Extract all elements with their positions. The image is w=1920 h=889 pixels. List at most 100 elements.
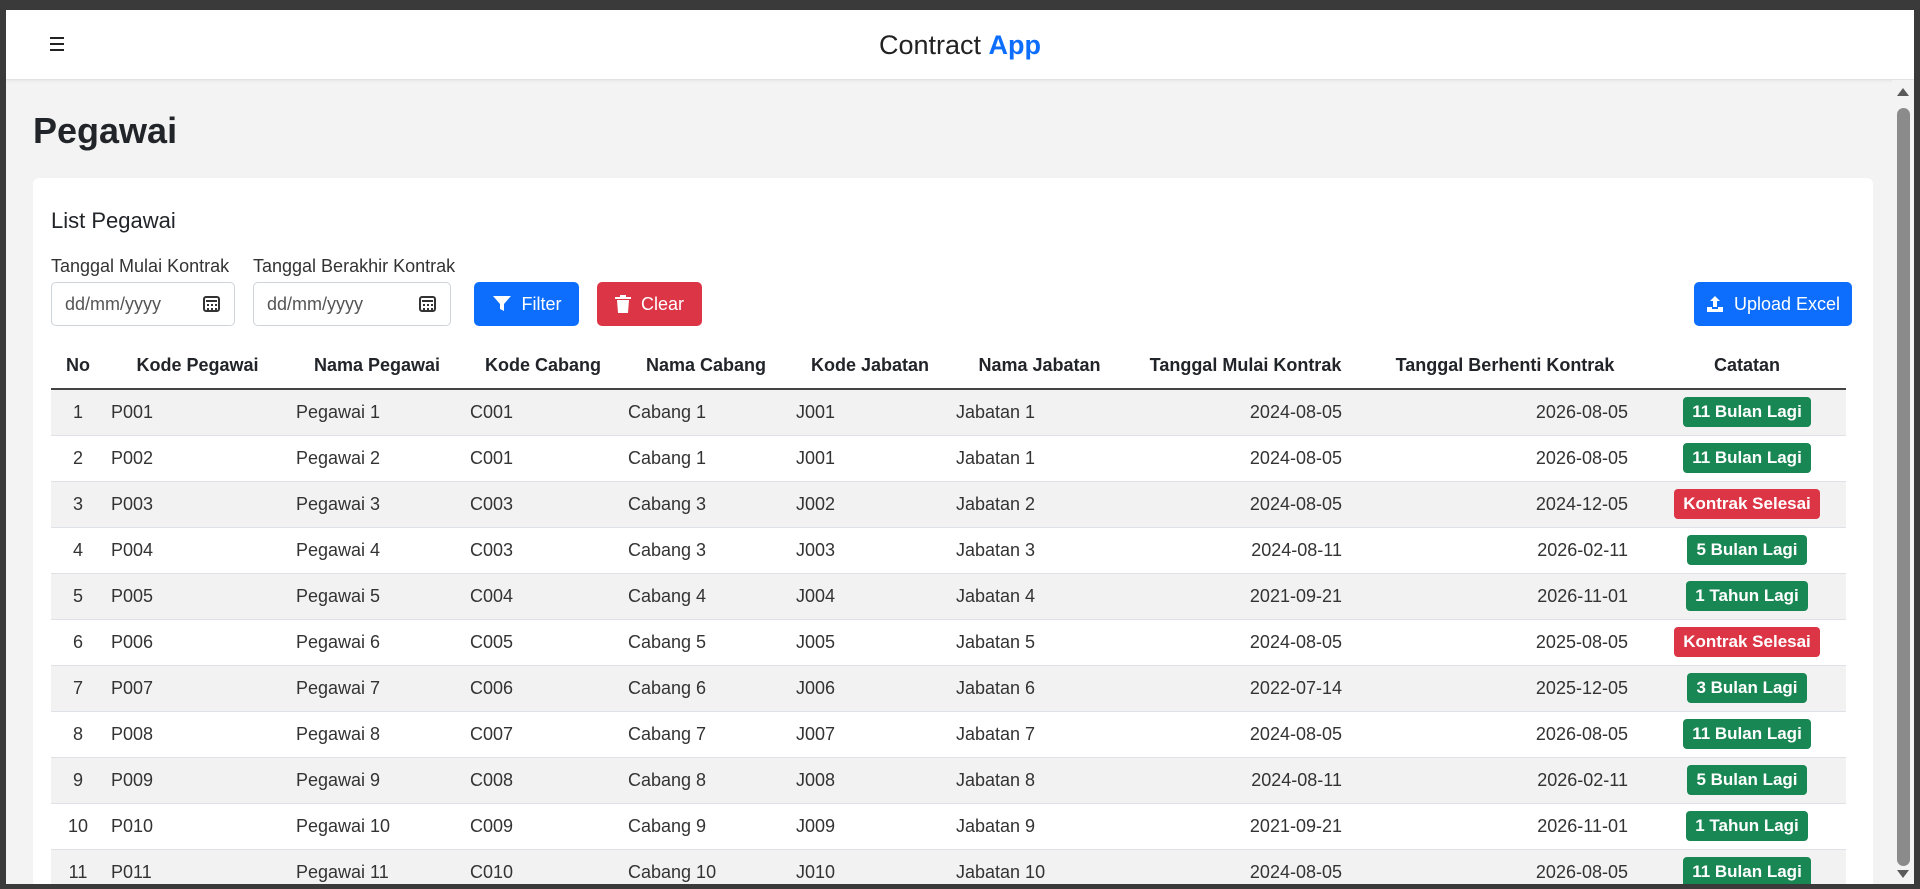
cell-kode-pegawai: P002 [105,435,290,482]
cell-no: 2 [51,435,105,482]
cell-nama-pegawai: Pegawai 11 [290,849,464,884]
cell-catatan: 11 Bulan Lagi [1648,711,1846,758]
filter-button[interactable]: Filter [474,282,579,326]
cell-no: 1 [51,389,105,436]
table-header-row: No Kode Pegawai Nama Pegawai Kode Cabang Nam… [51,343,1846,390]
cell-nama-cabang: Cabang 1 [622,389,790,436]
cell-tanggal-berhenti: 2026-08-05 [1362,389,1648,436]
status-badge: 5 Bulan Lagi [1687,765,1807,795]
scroll-up-arrow-icon[interactable] [1897,88,1909,96]
cell-kode-jabatan: J001 [790,435,950,482]
column-header: Nama Cabang [622,343,790,390]
status-badge: Kontrak Selesai [1674,489,1820,519]
table-row: 1 P001 Pegawai 1 C001 Cabang 1 J001 Jabatan 12… [51,389,1846,436]
cell-tanggal-berhenti: 2024-12-05 [1362,481,1648,528]
cell-kode-jabatan: J002 [790,481,950,528]
status-badge: 1 Tahun Lagi [1686,581,1808,611]
cell-nama-jabatan: Jabatan 9 [950,803,1129,850]
app-window: Contract App Pegawai List Pegawai Tangga… [6,10,1914,884]
cell-kode-pegawai: P011 [105,849,290,884]
cell-kode-cabang: C001 [464,435,622,482]
cell-no: 5 [51,573,105,620]
cell-tanggal-mulai: 2021-09-21 [1129,573,1362,620]
navbar: Contract App [6,10,1914,80]
calendar-icon[interactable] [419,296,436,312]
start-date-input[interactable]: dd/mm/yyyy [51,282,235,326]
table-row: 10 P010 Pegawai 10 C009 Cabang 9 J009 Jabatan … [51,803,1846,850]
cell-kode-cabang: C007 [464,711,622,758]
employee-list-card: List Pegawai Tanggal Mulai Kontrak dd/mm… [33,178,1873,884]
cell-nama-pegawai: Pegawai 6 [290,619,464,666]
cell-kode-cabang: C010 [464,849,622,884]
cell-kode-jabatan: J010 [790,849,950,884]
column-header: Kode Cabang [464,343,622,390]
status-badge: 5 Bulan Lagi [1687,535,1807,565]
cell-kode-cabang: C008 [464,757,622,804]
cell-catatan: 11 Bulan Lagi [1648,849,1846,884]
cell-nama-cabang: Cabang 6 [622,665,790,712]
cell-kode-pegawai: P008 [105,711,290,758]
cell-kode-jabatan: J004 [790,573,950,620]
cell-no: 6 [51,619,105,666]
cell-nama-cabang: Cabang 9 [622,803,790,850]
cell-catatan: 1 Tahun Lagi [1648,803,1846,850]
cell-nama-jabatan: Jabatan 3 [950,527,1129,574]
column-header: Kode Jabatan [790,343,950,390]
column-header: Nama Jabatan [950,343,1129,390]
cell-catatan: Kontrak Selesai [1648,619,1846,666]
cell-tanggal-mulai: 2021-09-21 [1129,803,1362,850]
cell-nama-pegawai: Pegawai 9 [290,757,464,804]
cell-nama-pegawai: Pegawai 4 [290,527,464,574]
cell-kode-jabatan: J008 [790,757,950,804]
cell-no: 11 [51,849,105,884]
column-header: Catatan [1648,343,1846,390]
table-body: 1 P001 Pegawai 1 C001 Cabang 1 J001 Jabatan 12… [51,389,1846,884]
column-header: Nama Pegawai [290,343,464,390]
scrollbar-thumb[interactable] [1897,108,1910,866]
clear-button[interactable]: Clear [597,282,702,326]
cell-tanggal-mulai: 2024-08-11 [1129,757,1362,804]
employee-table: No Kode Pegawai Nama Pegawai Kode Cabang Nam… [51,343,1846,884]
status-badge: 11 Bulan Lagi [1683,397,1811,428]
cell-nama-jabatan: Jabatan 1 [950,389,1129,436]
cell-catatan: 5 Bulan Lagi [1648,527,1846,574]
status-badge: 3 Bulan Lagi [1687,673,1807,703]
cell-kode-jabatan: J005 [790,619,950,666]
cell-nama-pegawai: Pegawai 10 [290,803,464,850]
cell-nama-jabatan: Jabatan 5 [950,619,1129,666]
cell-nama-cabang: Cabang 10 [622,849,790,884]
table-row: 6 P006 Pegawai 6 C005 Cabang 5 J005 Jabatan 52… [51,619,1846,666]
cell-kode-cabang: C009 [464,803,622,850]
cell-kode-pegawai: P003 [105,481,290,528]
clear-button-label: Clear [640,293,684,314]
cell-tanggal-berhenti: 2026-08-05 [1362,435,1648,482]
upload-excel-button[interactable]: Upload Excel [1694,282,1852,326]
cell-nama-cabang: Cabang 8 [622,757,790,804]
cell-kode-cabang: C003 [464,481,622,528]
cell-catatan: 3 Bulan Lagi [1648,665,1846,712]
cell-tanggal-mulai: 2024-08-11 [1129,527,1362,574]
cell-kode-cabang: C004 [464,573,622,620]
calendar-icon[interactable] [203,296,220,312]
cell-tanggal-mulai: 2024-08-05 [1129,619,1362,666]
cell-tanggal-berhenti: 2025-12-05 [1362,665,1648,712]
cell-no: 9 [51,757,105,804]
filter-button-label: Filter [521,293,562,314]
scroll-down-arrow-icon[interactable] [1897,870,1909,878]
end-date-input[interactable]: dd/mm/yyyy [253,282,451,326]
column-header: No [51,343,105,390]
cell-no: 7 [51,665,105,712]
cell-nama-pegawai: Pegawai 3 [290,481,464,528]
cell-kode-jabatan: J007 [790,711,950,758]
cell-kode-jabatan: J003 [790,527,950,574]
cell-tanggal-mulai: 2024-08-05 [1129,711,1362,758]
table-row: 2 P002 Pegawai 2 C001 Cabang 1 J001 Jabatan 12… [51,435,1846,482]
status-badge: 1 Tahun Lagi [1686,811,1808,841]
cell-nama-jabatan: Jabatan 8 [950,757,1129,804]
cell-tanggal-mulai: 2024-08-05 [1129,481,1362,528]
cell-kode-jabatan: J001 [790,389,950,436]
cell-nama-pegawai: Pegawai 7 [290,665,464,712]
table-row: 5 P005 Pegawai 5 C004 Cabang 4 J004 Jabatan 42… [51,573,1846,620]
app-brand: Contract App [6,30,1914,61]
cell-kode-cabang: C006 [464,665,622,712]
